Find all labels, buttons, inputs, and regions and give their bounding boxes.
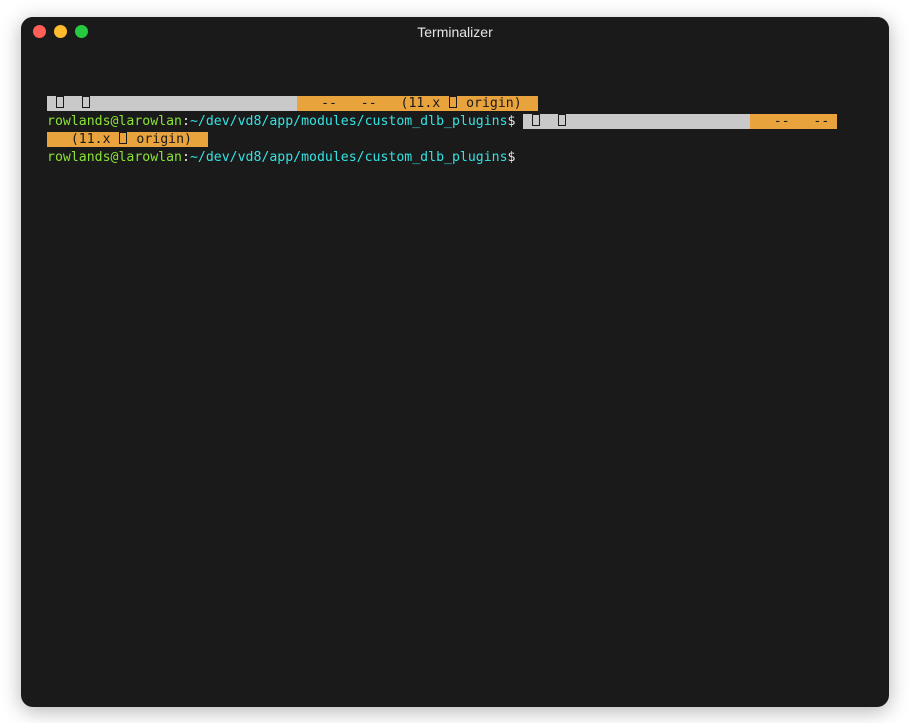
- minimize-icon[interactable]: [54, 25, 67, 38]
- prompt-line-1: rowlands@larowlan:~/dev/vd8/app/modules/…: [47, 113, 863, 131]
- terminal-segment: $: [508, 114, 524, 129]
- terminal-segment: -- --: [758, 114, 837, 129]
- terminal-segment: $: [508, 150, 524, 165]
- missing-glyph-icon: [449, 96, 457, 108]
- terminal-segment: :: [182, 114, 190, 129]
- maximize-icon[interactable]: [75, 25, 88, 38]
- terminal-window: Terminalizer -- -- (11.x origin) rowland…: [21, 17, 889, 707]
- close-icon[interactable]: [33, 25, 46, 38]
- terminal-segment: [523, 114, 749, 129]
- terminal-body[interactable]: -- -- (11.x origin) rowlands@larowlan:~/…: [21, 47, 889, 707]
- terminal-segment: (11.x origin): [47, 132, 208, 147]
- terminal-segment: ~/dev/vd8/app/modules/custom_dlb_plugins: [190, 114, 508, 129]
- missing-glyph-icon: [532, 114, 540, 126]
- terminal-segment: [47, 96, 81, 111]
- missing-glyph-icon: [119, 132, 127, 144]
- status-line-1: -- -- (11.x origin): [47, 95, 863, 113]
- terminal-segment: [750, 114, 758, 129]
- terminal-segment: -- -- (11.x origin): [305, 96, 537, 111]
- titlebar: Terminalizer: [21, 17, 889, 47]
- terminal-segment: rowlands@larowlan: [47, 150, 182, 165]
- traffic-lights: [33, 25, 88, 38]
- missing-glyph-icon: [82, 96, 90, 108]
- prompt-line-2: rowlands@larowlan:~/dev/vd8/app/modules/…: [47, 149, 863, 167]
- missing-glyph-icon: [558, 114, 566, 126]
- missing-glyph-icon: [56, 96, 64, 108]
- terminal-segment: [81, 96, 297, 111]
- status-line-2: (11.x origin): [47, 131, 863, 149]
- terminal-segment: ~/dev/vd8/app/modules/custom_dlb_plugins: [190, 150, 508, 165]
- terminal-segment: :: [182, 150, 190, 165]
- terminal-segment: rowlands@larowlan: [47, 114, 182, 129]
- window-title: Terminalizer: [21, 24, 889, 40]
